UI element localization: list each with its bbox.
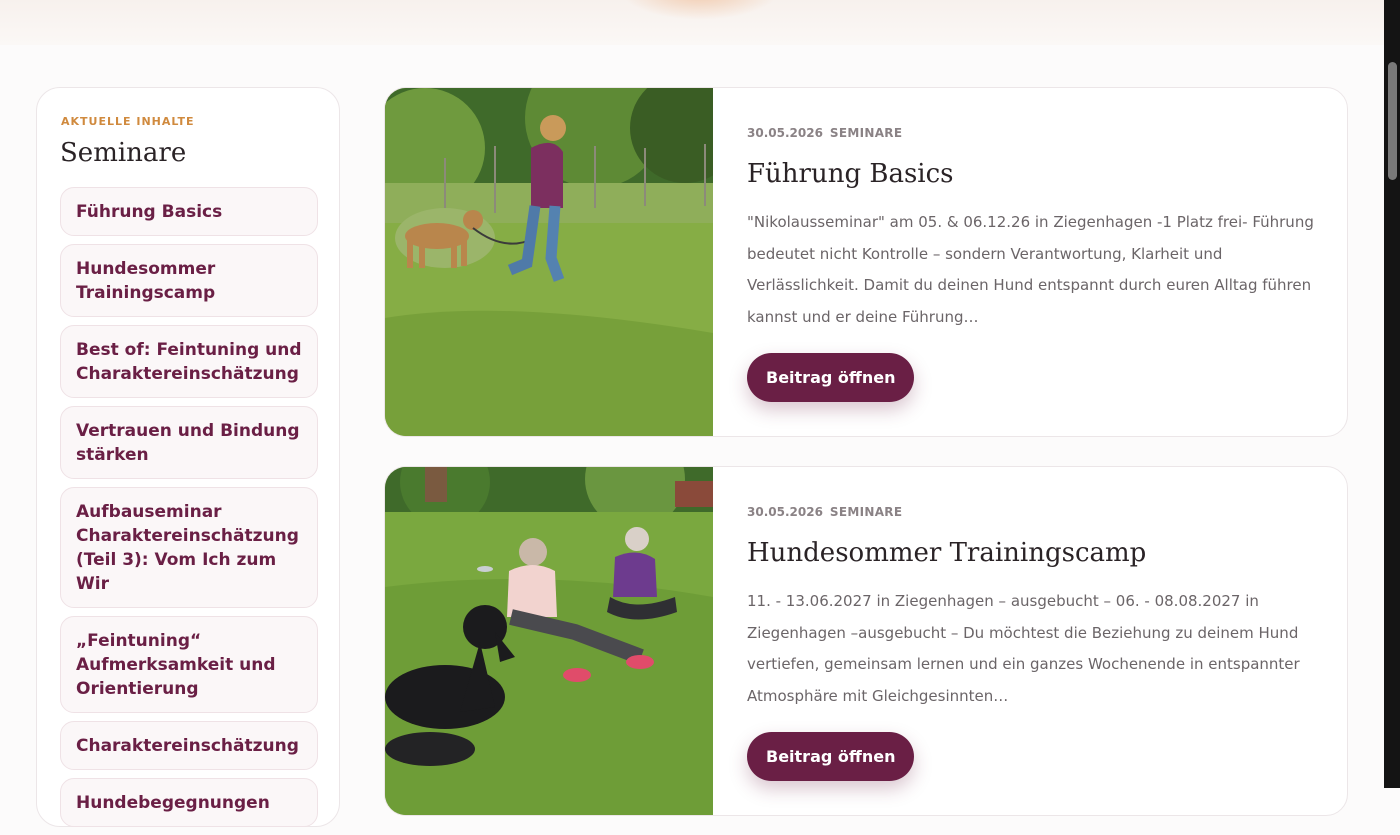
post-date: 30.05.2026: [747, 505, 823, 519]
sidebar-card: AKTUELLE INHALTE Seminare Führung Basics…: [36, 87, 340, 827]
post-title[interactable]: Führung Basics: [747, 159, 954, 189]
sidebar-item-fuehrung-basics[interactable]: Führung Basics: [60, 187, 318, 236]
post-date: 30.05.2026: [747, 126, 823, 140]
sidebar-list: Führung Basics Hundesommer Trainingscamp…: [60, 187, 318, 835]
hero-glow: [620, 0, 780, 20]
post-category[interactable]: SEMINARE: [830, 126, 902, 140]
hero-band-bottom: [0, 0, 1384, 45]
sidebar-item-best-of-feintuning[interactable]: Best of: Feintuning und Charaktereinschä…: [60, 325, 318, 398]
post-excerpt: 11. - 13.06.2027 in Ziegenhagen – ausgeb…: [747, 592, 1300, 705]
sidebar-item-aufbauseminar[interactable]: Aufbauseminar Charaktereinschätzung (Tei…: [60, 487, 318, 608]
open-post-button[interactable]: Beitrag öffnen: [747, 353, 915, 402]
post-card: 30.05.2026 SEMINARE Hundesommer Trainings…: [384, 466, 1348, 816]
post-image-women-with-black-dog[interactable]: [385, 467, 713, 815]
open-post-button[interactable]: Beitrag öffnen: [747, 732, 915, 781]
post-excerpt: "Nikolausseminar" am 05. & 06.12.26 in Z…: [747, 213, 1314, 326]
scrollbar[interactable]: [1384, 0, 1400, 788]
post-category[interactable]: SEMINARE: [830, 505, 902, 519]
post-image-woman-walking-dog[interactable]: [385, 88, 713, 436]
post-title[interactable]: Hundesommer Trainingscamp: [747, 538, 1146, 568]
sidebar-item-vertrauen-bindung[interactable]: Vertrauen und Bindung stärken: [60, 406, 318, 479]
sidebar-item-hundesommer-trainingscamp[interactable]: Hundesommer Trainingscamp: [60, 244, 318, 317]
sidebar-item-feintuning-aufmerksamkeit[interactable]: „Feintuning“ Aufmerksamkeit und Orientie…: [60, 616, 318, 713]
sidebar-title: Seminare: [60, 138, 187, 168]
sidebar-eyebrow: AKTUELLE INHALTE: [61, 115, 195, 128]
scrollbar-thumb[interactable]: [1388, 62, 1397, 180]
sidebar-item-hundebegegnungen[interactable]: Hundebegegnungen: [60, 778, 318, 827]
post-meta: 30.05.2026 SEMINARE: [747, 126, 902, 140]
sidebar-item-charaktereinschaetzung[interactable]: Charaktereinschätzung: [60, 721, 318, 770]
post-meta: 30.05.2026 SEMINARE: [747, 505, 902, 519]
post-card: 30.05.2026 SEMINARE Führung Basics "Nikol…: [384, 87, 1348, 437]
